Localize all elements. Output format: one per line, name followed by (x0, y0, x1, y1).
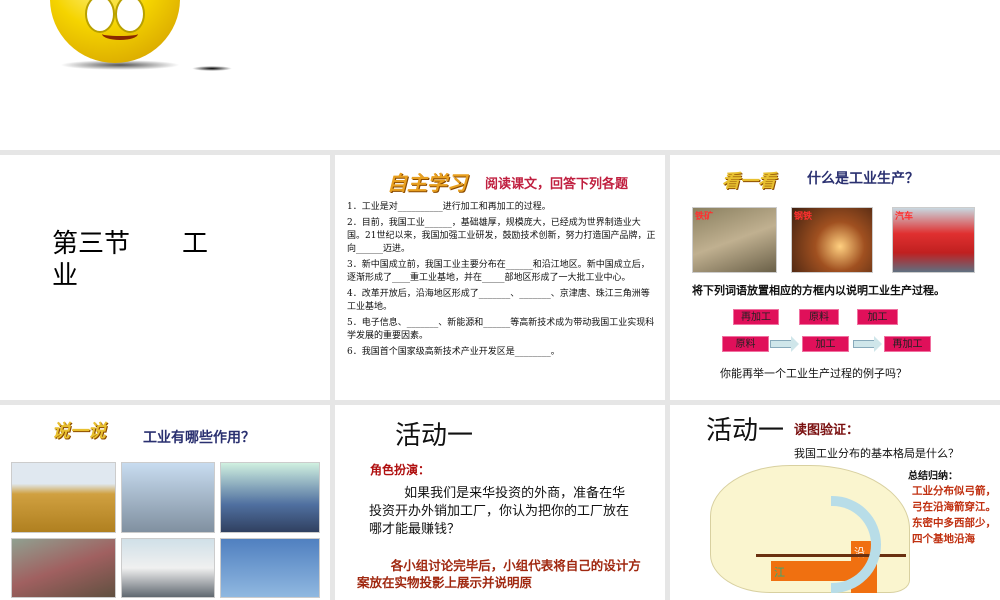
slide-title: 什么是工业生产？ (807, 171, 919, 187)
discuss-logo: 说一说 (52, 421, 106, 442)
subtitle: 角色扮演： (370, 463, 431, 477)
self-study-logo: 自主学习 (387, 171, 467, 195)
slide-thumbnail-2[interactable]: 自主学习 阅读课文，回答下列各题 1．工业是对__________进行加工和再加… (335, 155, 665, 400)
smiley-face-icon (50, 0, 180, 63)
top-area (0, 0, 1000, 150)
subtitle: 读图验证： (794, 423, 860, 438)
jets-photo (220, 538, 320, 598)
harvester-photo (11, 462, 116, 533)
steel-photo: 钢铁 (791, 207, 873, 273)
photo-label: 钢铁 (794, 212, 813, 222)
slide-thumbnail-6[interactable]: 活动一 读图验证： 我国工业分布的基本格局是什么？ 沿 江 总结归纳： 工业分布… (670, 405, 1000, 600)
slide-title: 工业有哪些作用？ (143, 430, 255, 446)
slide-header: 阅读课文，回答下列各题 (485, 177, 629, 192)
question: 5．电子信息、_______、新能源和______等高新技术成为带动我国工业实现… (347, 318, 655, 341)
body-text: 如果我们是来华投资的外商，准备在华投资开办外销加工厂，你认为把你的工厂放在哪才能… (369, 486, 630, 537)
slide-title: 第三节 工业 (52, 229, 209, 291)
word-tag[interactable]: 原料 (799, 309, 839, 325)
construction-photo (121, 462, 215, 533)
classroom-photo (220, 462, 320, 533)
summary-item: 弓在沿海箭穿江。 (912, 501, 996, 513)
word-tag[interactable]: 加工 (857, 309, 898, 325)
photo-label: 铁矿 (695, 212, 714, 222)
slide-title: 活动一 (706, 416, 785, 446)
look-logo: 看一看 (722, 171, 776, 192)
question: 2．目前，我国工业______，基础雄厚，规模庞大，已经成为世界制造业大国。21… (347, 218, 656, 254)
word-tag[interactable]: 再加工 (733, 309, 779, 325)
slide-title: 活动一 (395, 421, 474, 451)
mouth (102, 28, 138, 40)
question: 4．改革开放后，沿海地区形成了_______、_______、京津唐、珠江三角洲… (347, 289, 650, 312)
summary-list: 工业分布似弓箭， 弓在沿海箭穿江。 东密中多西部少， 四个基地沿海 (912, 485, 998, 546)
summary-item: 东密中多西部少， (912, 517, 996, 529)
car-photo: 汽车 (892, 207, 975, 273)
slide-thumbnail-1[interactable]: 第三节 工业 (0, 155, 330, 400)
lab-photo (121, 538, 215, 598)
slide-thumbnail-4[interactable]: 说一说 工业有哪些作用？ (0, 405, 330, 600)
summary-item: 工业分布似弓箭， (912, 485, 996, 497)
question: 3．新中国成立前，我国工业主要分布在______和沿江地区。新中国成立后，逐渐形… (347, 260, 650, 283)
train-photo (11, 538, 116, 598)
flow-box[interactable]: 再加工 (884, 336, 931, 352)
question-list: 1．工业是对__________进行加工和再加工的过程。 2．目前，我国工业__… (347, 201, 657, 362)
flow-box[interactable]: 加工 (802, 336, 849, 352)
flow-arrow-icon (853, 336, 882, 352)
question: 6．我国首个国家级高新技术产业开发区是________。 (347, 347, 560, 357)
summary-title: 总结归纳： (908, 471, 958, 482)
slide-thumbnail-5[interactable]: 活动一 角色扮演： 如果我们是来华投资的外商，准备在华投资开办外销加工厂，你认为… (335, 405, 665, 600)
flow-box[interactable]: 原料 (722, 336, 769, 352)
photo-label: 汽车 (895, 212, 914, 222)
follow-up-question: 你能再举一个工业生产过程的例子吗？ (720, 367, 907, 380)
task-text: 各小组讨论完毕后，小组代表将自己的设计方案放在实物投影上展示并说明原 (357, 558, 641, 590)
dash-mark (192, 66, 232, 71)
map-question: 我国工业分布的基本格局是什么？ (794, 447, 959, 460)
mine-photo: 铁矿 (692, 207, 777, 273)
flow-arrow-icon (770, 336, 799, 352)
china-industry-map: 沿 江 (710, 465, 910, 593)
slide-thumbnail-3[interactable]: 看一看 什么是工业生产？ 铁矿 钢铁 汽车 将下列词语放置相应的方框内以说明工业… (670, 155, 1000, 400)
map-label: 江 (774, 566, 785, 579)
summary-item: 四个基地沿海 (912, 533, 975, 545)
instruction: 将下列词语放置相应的方框内以说明工业生产过程。 (692, 284, 945, 297)
question: 1．工业是对__________进行加工和再加工的过程。 (347, 202, 551, 212)
